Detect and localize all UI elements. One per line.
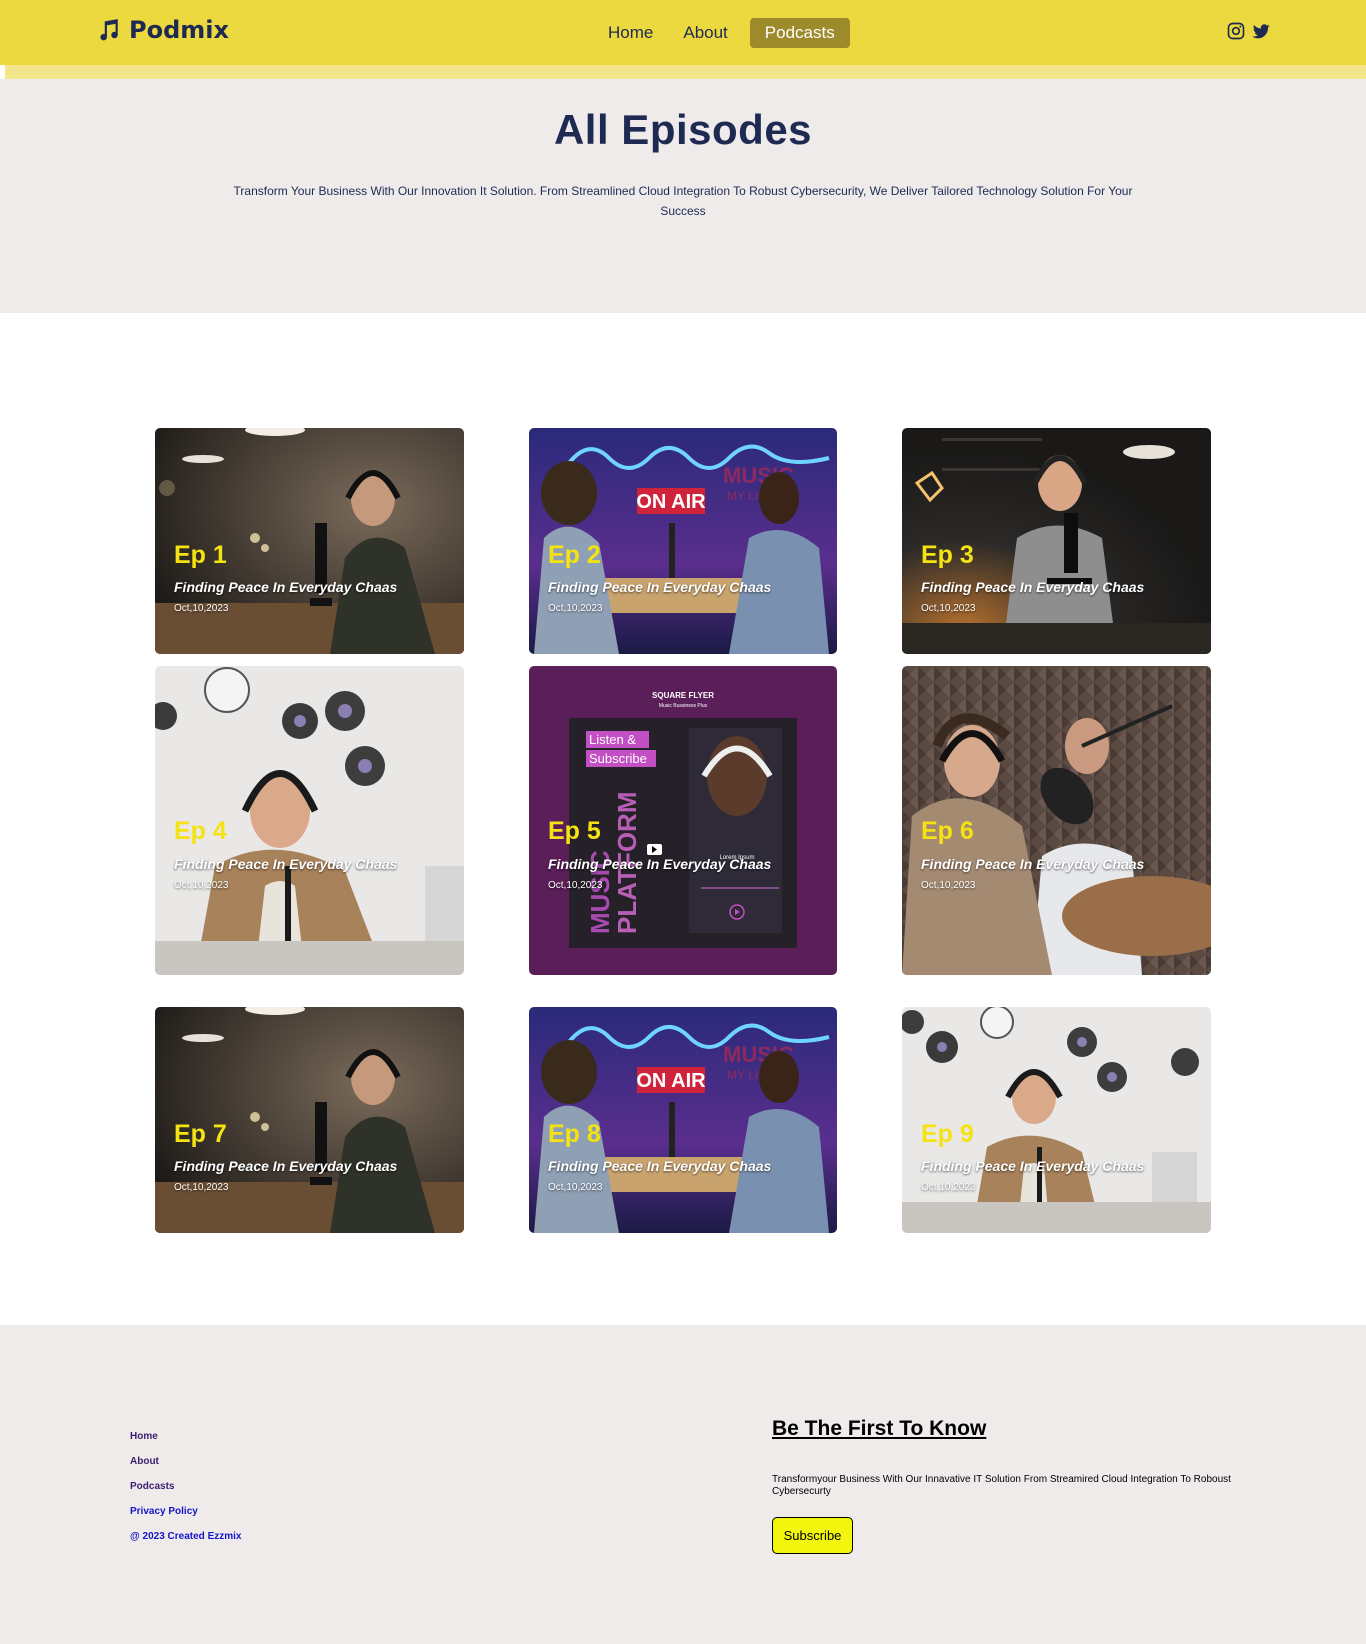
episode-title: Finding Peace In Everyday Chaas: [548, 856, 772, 872]
music-note-icon: [100, 19, 118, 41]
episode-card-9[interactable]: Ep 9 Finding Peace In Everyday Chaas Oct…: [902, 1007, 1211, 1233]
episode-date: Oct,10,2023: [548, 603, 603, 614]
flyer-subscribe: Subscribe: [589, 751, 647, 766]
brand-name: Podmix: [129, 16, 229, 44]
episode-number: Ep 2: [548, 541, 601, 569]
episode-title: Finding Peace In Everyday Chaas: [548, 1158, 772, 1174]
episode-date: Oct,10,2023: [548, 880, 603, 891]
nav-home[interactable]: Home: [600, 19, 661, 47]
nav-about[interactable]: About: [675, 19, 735, 47]
episode-title: Finding Peace In Everyday Chaas: [174, 1158, 398, 1174]
footer-links: Home About Podcasts Privacy Policy @ 202…: [130, 1431, 241, 1542]
top-navbar: Podmix Home About Podcasts: [0, 0, 1366, 65]
on-air-sign: ON AIR: [636, 1070, 706, 1092]
episode-card-2[interactable]: ON AIR MUSIC MY LIFE Ep 2 Finding Peace …: [529, 428, 837, 654]
episode-date: Oct,10,2023: [174, 880, 229, 891]
subscribe-button[interactable]: Subscribe: [772, 1517, 853, 1554]
episode-number: Ep 5: [548, 817, 601, 845]
episode-title: Finding Peace In Everyday Chaas: [921, 1158, 1145, 1174]
newsletter-text: Transformyour Business With Our Innavati…: [772, 1474, 1231, 1497]
episode-card-8[interactable]: ON AIR MUSIC MY LIFE Ep 8 Finding Peace …: [529, 1007, 837, 1233]
episode-number: Ep 4: [174, 817, 227, 845]
episode-number: Ep 3: [921, 541, 974, 569]
episode-number: Ep 1: [174, 541, 227, 569]
episode-card-7[interactable]: Ep 7 Finding Peace In Everyday Chaas Oct…: [155, 1007, 464, 1233]
footer-copyright: @ 2023 Created Ezzmix: [130, 1531, 242, 1542]
episode-title: Finding Peace In Everyday Chaas: [548, 579, 772, 595]
episode-card-5[interactable]: SQUARE FLYER Music Bussiness Plus Listen…: [529, 666, 837, 975]
footer-link-home[interactable]: Home: [130, 1431, 241, 1442]
episode-card-1[interactable]: Ep 1 Finding Peace In Everyday Chaas Oct…: [155, 428, 464, 654]
instagram-icon[interactable]: [1226, 21, 1246, 41]
episode-number: Ep 9: [921, 1120, 974, 1148]
episode-number: Ep 7: [174, 1120, 227, 1148]
twitter-icon[interactable]: [1251, 21, 1271, 41]
hero-section: All Episodes Transform Your Business Wit…: [0, 79, 1366, 313]
nav-podcasts[interactable]: Podcasts: [749, 18, 850, 48]
navbar-underline: [5, 65, 1366, 79]
on-air-sign: ON AIR: [636, 491, 706, 513]
newsletter-title: Be The First To Know: [772, 1417, 987, 1440]
flyer-subtitle: Music Bussiness Plus: [659, 703, 708, 709]
episode-title: Finding Peace In Everyday Chaas: [174, 856, 398, 872]
flyer-listen: Listen &: [589, 732, 636, 747]
episode-card-4[interactable]: Ep 4 Finding Peace In Everyday Chaas Oct…: [155, 666, 464, 975]
episode-card-6[interactable]: Ep 6 Finding Peace In Everyday Chaas Oct…: [902, 666, 1211, 975]
episode-date: Oct,10,2023: [174, 1182, 229, 1193]
episode-title: Finding Peace In Everyday Chaas: [921, 856, 1145, 872]
episode-number: Ep 8: [548, 1120, 601, 1148]
episode-number: Ep 6: [921, 817, 974, 845]
social-links: [1226, 21, 1271, 41]
footer: Home About Podcasts Privacy Policy @ 202…: [0, 1325, 1366, 1644]
episode-date: Oct,10,2023: [921, 880, 976, 891]
flyer-title: SQUARE FLYER: [652, 691, 714, 700]
episode-title: Finding Peace In Everyday Chaas: [921, 579, 1145, 595]
main-nav: Home About Podcasts: [600, 18, 850, 48]
footer-link-privacy[interactable]: Privacy Policy: [130, 1506, 241, 1517]
episode-date: Oct,10,2023: [174, 603, 229, 614]
page-title: All Episodes: [553, 106, 813, 153]
episode-title: Finding Peace In Everyday Chaas: [174, 579, 398, 595]
brand-logo[interactable]: Podmix: [95, 16, 229, 44]
episode-date: Oct,10,2023: [921, 603, 976, 614]
hero-subtitle: Transform Your Business With Our Innovat…: [233, 184, 1133, 218]
episode-date: Oct,10,2023: [921, 1182, 976, 1193]
episode-card-3[interactable]: Ep 3 Finding Peace In Everyday Chaas Oct…: [902, 428, 1211, 654]
episode-date: Oct,10,2023: [548, 1182, 603, 1193]
footer-link-podcasts[interactable]: Podcasts: [130, 1481, 241, 1492]
footer-link-about[interactable]: About: [130, 1456, 241, 1467]
